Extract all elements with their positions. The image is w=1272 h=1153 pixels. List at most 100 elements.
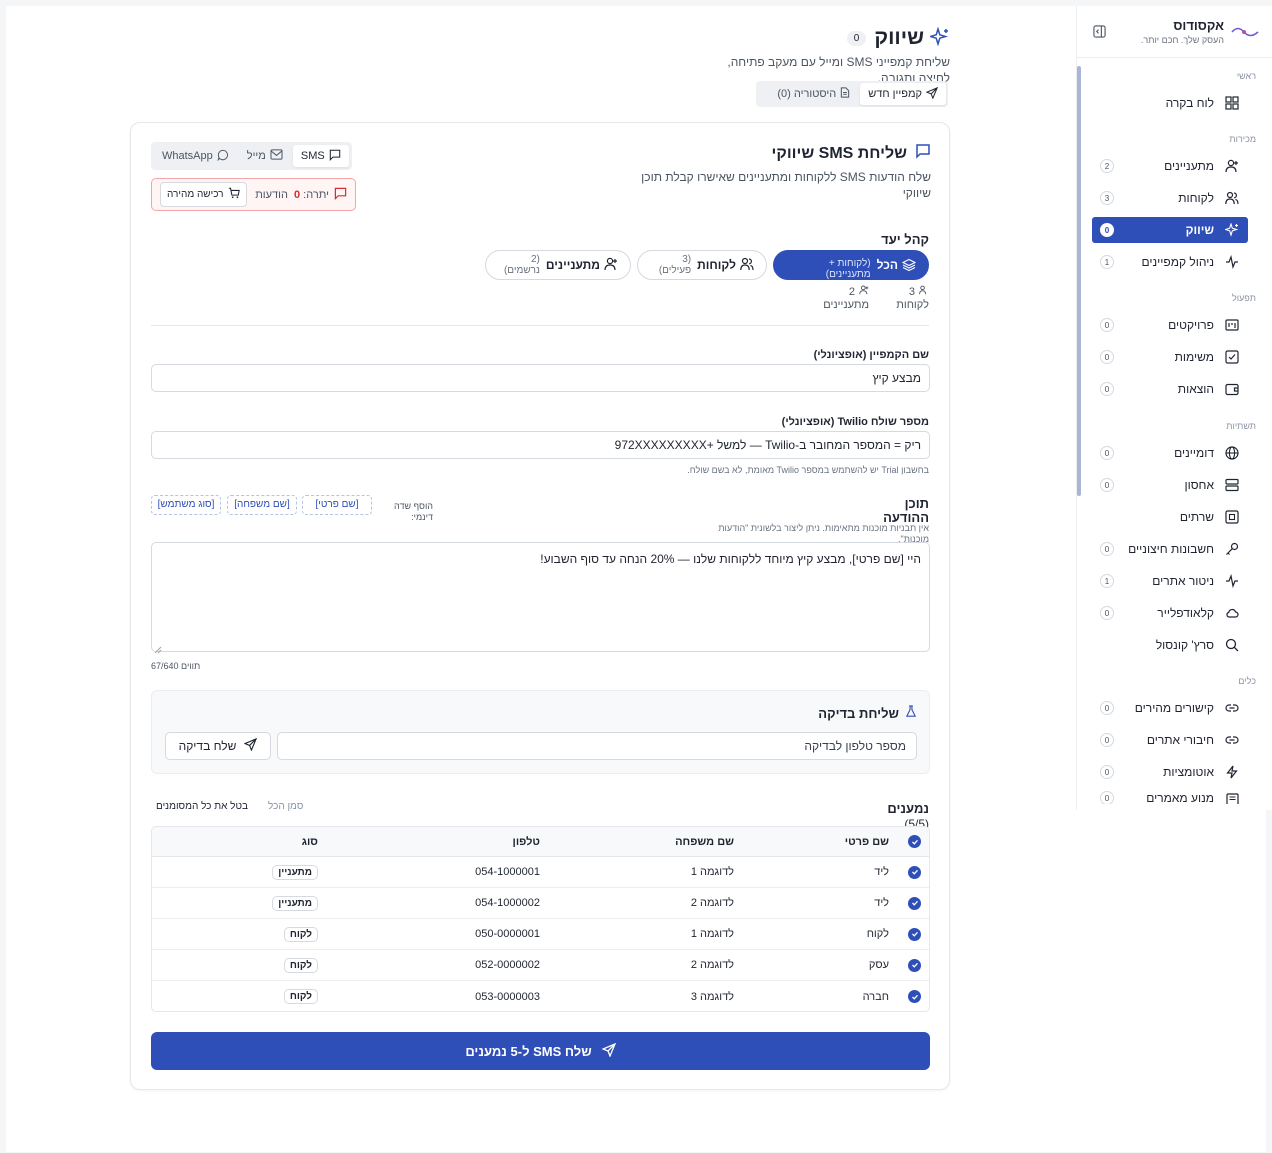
audience-leads-button[interactable]: מתעניינים (2 נרשמים) (485, 250, 631, 280)
send-test-button[interactable]: שלח בדיקה (165, 732, 271, 760)
cell-last-name: לדוגמה 2 (690, 959, 734, 971)
sparkles-icon (1224, 222, 1240, 238)
channel-email-tab[interactable]: מייל (239, 145, 291, 167)
channel-switcher: SMS מייל WhatsApp (151, 142, 352, 170)
cell-phone: 052-0000002 (475, 959, 540, 971)
brand-name: אקסודוס (1173, 18, 1224, 33)
test-phone-input[interactable]: מספר טלפון לבדיקה (277, 732, 917, 760)
cell-type: מתעניין (272, 857, 318, 887)
cell-type: מתעניין (272, 888, 318, 918)
deselect-all-link[interactable]: בטל את כל המסומנים (156, 801, 248, 812)
checkbox-icon (1224, 349, 1240, 365)
audience-option-name: מתעניינים (545, 258, 600, 272)
layers-icon (901, 258, 917, 275)
sidebar-item-tasks[interactable]: משימות 0 (1092, 344, 1248, 370)
sidebar-item-external-accounts[interactable]: חשבונות חיצוניים 0 (1092, 536, 1248, 562)
audience-customers-button[interactable]: לקוחות (3 פעילים) (637, 250, 767, 280)
table-row[interactable]: ליד לדוגמה 2 054-1000002 מתעניין (152, 888, 929, 919)
sender-number-input[interactable]: ריק = המספר המחובר ב-Twilio — למשל +972X… (151, 431, 930, 459)
campaign-name-input[interactable]: מבצע קיץ (151, 364, 930, 392)
sidebar-item-label: חיבורי אתרים (1146, 733, 1214, 747)
sidebar-item-domains[interactable]: דומיינים 0 (1092, 440, 1248, 466)
audience-stat-label: לקוחות (896, 299, 929, 311)
message-textarea[interactable]: היי [שם פרטי], מבצע קיץ מיוחד ללקוחות של… (151, 542, 930, 652)
document-icon (836, 87, 850, 101)
send-sms-label: שלח SMS ל-5 נמענים (465, 1043, 592, 1059)
users-icon (919, 285, 929, 299)
sidebar-item-expenses[interactable]: הוצאות 0 (1092, 376, 1248, 402)
credit-remaining: יתרה: 0 (293, 188, 329, 201)
sidebar-item-cloudflare[interactable]: קלאודפלייר 0 (1092, 600, 1248, 626)
sidebar-item-site-connections[interactable]: חיבורי אתרים 0 (1092, 727, 1248, 753)
cell-type: לקוח (283, 950, 318, 980)
sidebar-scrollbar[interactable] (1077, 58, 1081, 803)
insert-first-name-chip[interactable]: [שם פרטי] (302, 495, 372, 515)
type-badge: לקוח (283, 989, 318, 1004)
sidebar-scrollbar-thumb[interactable] (1077, 66, 1081, 496)
audience-option-sub: (לקוחות + מתעניינים) (825, 258, 871, 280)
user-plus-icon (1224, 158, 1240, 174)
audience-all-button[interactable]: הכל (לקוחות + מתעניינים) (773, 250, 929, 280)
campaign-name-label: שם הקמפיין (אופציונלי) (813, 349, 929, 361)
send-sms-button[interactable]: שלח SMS ל-5 נמענים (151, 1032, 930, 1070)
card-title: שליחת SMS שיווקי (772, 143, 931, 164)
tab-history[interactable]: היסטוריה (0) (769, 83, 858, 105)
sidebar-item-label: שרתים (1179, 510, 1214, 524)
table-row[interactable]: עסק לדוגמה 2 052-0000002 לקוח (152, 950, 929, 981)
sidebar-item-article-engine[interactable]: מנוע מאמרים 0 (1092, 791, 1248, 804)
row-checkbox[interactable] (907, 981, 921, 1011)
cell-first-name: חברה (862, 990, 889, 1003)
table-row[interactable]: חברה לדוגמה 3 053-0000003 לקוח (152, 981, 929, 1011)
sidebar-item-quick-links[interactable]: קישורים מהירים 0 (1092, 695, 1248, 721)
page-header: שיווק 0 שליחת קמפייני SMS ומייל עם מעקב … (700, 25, 950, 86)
sidebar-item-label: לקוחות (1178, 191, 1214, 205)
insert-user-type-chip[interactable]: [סוג משתמש] (151, 495, 221, 515)
sidebar-section-tools: כלים (1238, 676, 1256, 686)
sidebar-item-hosting[interactable]: אחסון 0 (1092, 472, 1248, 498)
resize-handle-icon[interactable] (154, 643, 162, 657)
sidebar: אקסודוס העסק שלך. חכם יותר. ראשי מכירות … (1076, 6, 1272, 810)
sidebar-item-automations[interactable]: אוטומציות 0 (1092, 759, 1248, 785)
select-all-checkbox[interactable] (907, 827, 921, 856)
channel-whatsapp-tab[interactable]: WhatsApp (154, 145, 237, 167)
quick-buy-button[interactable]: רכישה מהירה (160, 182, 247, 207)
sender-number-hint: בחשבון Trial יש להשתמש במספר Twilio מאומ… (687, 465, 929, 475)
card-description: שלח הודעות SMS ללקוחות ומתעניינים שאישרו… (641, 170, 931, 200)
row-checkbox[interactable] (907, 857, 921, 887)
row-checkbox[interactable] (907, 888, 921, 918)
row-checkbox[interactable] (907, 919, 921, 949)
type-badge: לקוח (283, 957, 318, 973)
sidebar-item-projects[interactable]: פרויקטים 0 (1092, 312, 1248, 338)
channel-sms-tab[interactable]: SMS (292, 145, 349, 167)
sidebar-item-campaigns[interactable]: ניהול קמפיינים 1 (1092, 249, 1248, 275)
tab-new-campaign[interactable]: קמפיין חדש (860, 83, 946, 105)
sidebar-item-marketing[interactable]: שיווק 0 (1092, 217, 1248, 243)
sidebar-item-customers[interactable]: לקוחות 3 (1092, 185, 1248, 211)
sidebar-item-servers[interactable]: שרתים (1092, 504, 1248, 530)
sidebar-item-badge: 2 (1100, 159, 1114, 173)
sidebar-item-badge: 0 (1100, 350, 1114, 364)
sidebar-item-label: שיווק (1185, 223, 1214, 237)
row-checkbox[interactable] (907, 950, 921, 980)
send-icon (922, 86, 939, 102)
sidebar-item-search-console[interactable]: סרץ' קונסול (1092, 632, 1248, 658)
audience-option-name: לקוחות (697, 258, 736, 272)
table-row[interactable]: ליד לדוגמה 1 054-1000001 מתעניין (152, 857, 929, 888)
sidebar-item-label: קלאודפלייר (1157, 606, 1214, 620)
card-title-text: שליחת SMS שיווקי (771, 144, 907, 162)
bolt-icon (1224, 764, 1240, 780)
column-header-last-name: שם משפחה (675, 835, 734, 848)
select-all-link[interactable]: סמן הכל (268, 801, 303, 812)
collapse-sidebar-icon[interactable] (1089, 22, 1109, 42)
sidebar-item-site-monitoring[interactable]: ניטור אתרים 1 (1092, 568, 1248, 594)
sidebar-item-dashboard[interactable]: לוח בקרה (1092, 90, 1248, 116)
audience-option-name: הכל (876, 258, 898, 272)
send-icon (600, 1042, 616, 1060)
sidebar-item-leads[interactable]: מתעניינים 2 (1092, 153, 1248, 179)
table-row[interactable]: לקוח לדוגמה 1 050-0000001 לקוח (152, 919, 929, 950)
insert-last-name-chip[interactable]: [שם משפחה] (227, 495, 297, 515)
audience-option-sub: (3 פעילים) (658, 254, 692, 276)
credit-remaining-value: 0 (293, 188, 301, 201)
cell-type: לקוח (283, 981, 318, 1011)
sidebar-item-badge: 0 (1100, 701, 1114, 715)
